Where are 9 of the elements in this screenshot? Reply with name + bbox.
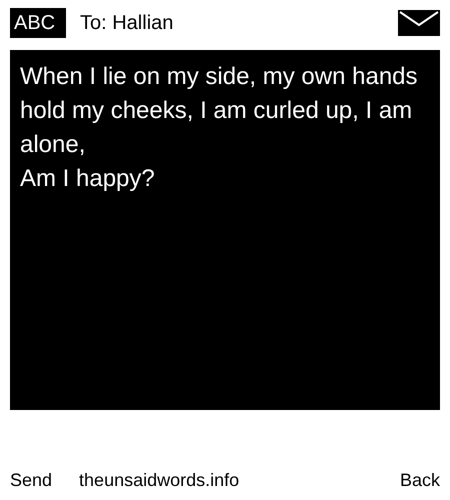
message-area[interactable]: When I lie on my side, my own hands hold my cheeks, I am curled up, I am alone, Am I happy? — [10, 50, 440, 410]
back-softkey[interactable]: Back — [400, 467, 440, 494]
website-label: theunsaidwords.info — [79, 469, 240, 492]
recipient-label: To: Hallian — [80, 11, 174, 36]
send-softkey[interactable]: Send — [10, 467, 52, 494]
message-text: Am I happy? — [20, 164, 156, 194]
input-mode-badge: ABC — [10, 8, 66, 38]
message-text: When I lie on my side, my own hands hold my cheeks, I am curled up, I am alone, — [20, 62, 419, 160]
envelope-icon — [398, 10, 440, 36]
